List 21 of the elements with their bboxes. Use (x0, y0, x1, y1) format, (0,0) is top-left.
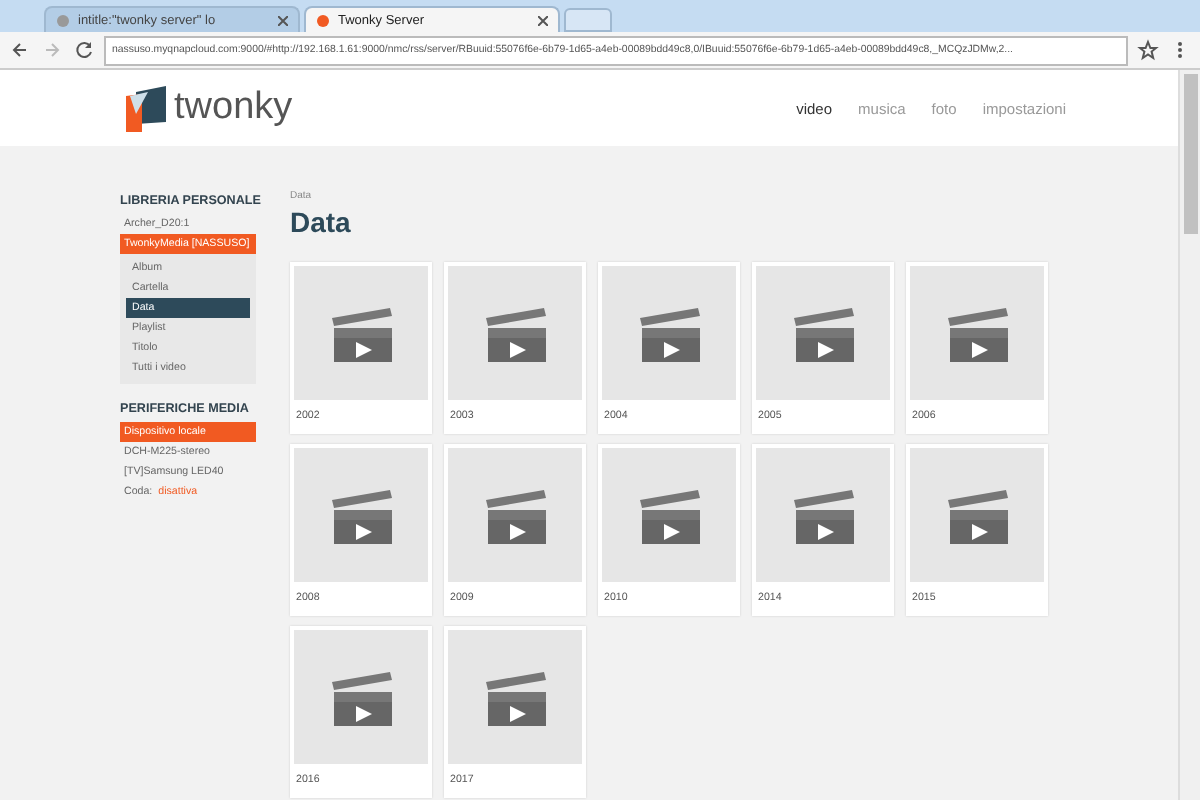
clapperboard-icon (329, 305, 393, 361)
clapperboard-icon (945, 487, 1009, 543)
logo-icon (124, 84, 168, 132)
clapperboard-icon (637, 487, 701, 543)
clapperboard-icon (483, 487, 547, 543)
clapperboard-icon (329, 487, 393, 543)
clapperboard-icon (483, 305, 547, 361)
back-icon[interactable] (8, 38, 32, 62)
scrollbar-thumb[interactable] (1183, 74, 1197, 234)
clapperboard-icon (483, 669, 547, 725)
clapperboard-icon (791, 305, 855, 361)
page-title: Data (290, 206, 353, 238)
close-icon[interactable] (278, 15, 288, 25)
reload-icon[interactable] (72, 38, 96, 62)
close-icon[interactable] (538, 15, 548, 25)
clapperboard-icon (329, 669, 393, 725)
logo-text: twonky (174, 86, 293, 130)
clapperboard-icon (637, 305, 701, 361)
clapperboard-icon (945, 305, 1009, 361)
clapperboard-icon (791, 487, 855, 543)
star-icon[interactable] (1136, 38, 1160, 62)
